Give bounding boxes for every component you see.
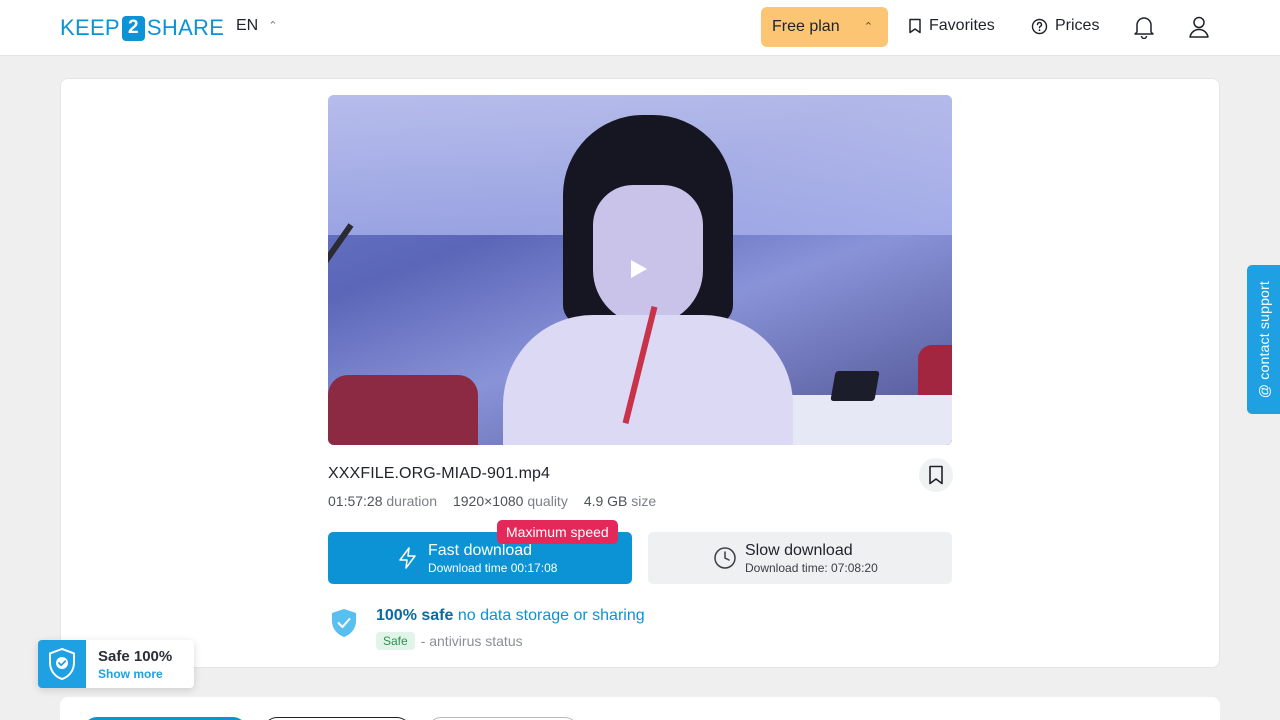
- file-meta: 01:57:28 duration 1920×1080 quality 4.9 …: [328, 493, 656, 509]
- fast-download-title: Fast download: [428, 542, 533, 559]
- question-circle-icon: [1031, 18, 1048, 34]
- size-meta: 4.9 GB size: [584, 493, 656, 509]
- slow-download-button[interactable]: Slow download Download time: 07:08:20: [648, 532, 952, 584]
- shield-check-icon: [332, 609, 356, 637]
- bookmark-icon: [929, 465, 943, 485]
- person-face: [593, 185, 703, 325]
- contact-support-tab[interactable]: @ contact support: [1247, 265, 1280, 414]
- chevron-up-icon: ⌃: [863, 21, 873, 33]
- prices-link[interactable]: Prices: [1031, 17, 1099, 35]
- bookmark-icon: [909, 18, 921, 34]
- logo-share: SHARE: [146, 15, 225, 40]
- user-icon: [1189, 16, 1209, 38]
- safe-widget-title: Safe 100%: [98, 648, 173, 665]
- safety-strong: 100% safe: [376, 607, 454, 624]
- quality-value: 1920×1080: [452, 493, 524, 509]
- clock-icon: [714, 547, 736, 569]
- video-keyboard: [830, 371, 880, 401]
- bottom-card: [60, 697, 1220, 720]
- favorites-label: Favorites: [929, 17, 995, 34]
- plan-label: Free plan: [772, 18, 840, 35]
- size-label: size: [631, 493, 657, 509]
- duration-label: duration: [386, 493, 437, 509]
- chevron-up-icon: ⌃: [268, 19, 278, 32]
- slow-download-time: Download time: 07:08:20: [745, 561, 878, 575]
- file-name: XXXFILE.ORG-MIAD-901.mp4: [328, 465, 551, 482]
- safety-headline: 100% safe no data storage or sharing: [376, 607, 645, 625]
- video-person: [503, 115, 793, 445]
- account-button[interactable]: [1186, 14, 1212, 40]
- bell-icon: [1134, 17, 1154, 39]
- contact-support-label: @ contact support: [1255, 280, 1272, 399]
- size-value: 4.9 GB: [583, 493, 628, 509]
- top-header: KEEP 2 SHARE EN ⌃ Free plan ⌃ Favorites …: [0, 0, 1280, 56]
- video-lamp: [328, 223, 354, 375]
- video-desk: [788, 395, 952, 445]
- safe-pill: Safe: [376, 632, 415, 650]
- antivirus-label: - antivirus status: [420, 633, 523, 649]
- fast-download-time: Download time 00:17:08: [428, 561, 558, 575]
- quality-label: quality: [527, 493, 568, 509]
- quality-meta: 1920×1080 quality: [453, 493, 568, 509]
- video-chair: [328, 375, 478, 445]
- video-preview[interactable]: [328, 95, 952, 445]
- play-icon[interactable]: [631, 260, 647, 278]
- logo[interactable]: KEEP 2 SHARE: [60, 15, 224, 41]
- max-speed-badge: Maximum speed: [497, 520, 618, 544]
- language-label: EN: [236, 17, 259, 34]
- favorites-link[interactable]: Favorites: [908, 17, 995, 35]
- logo-two: 2: [121, 15, 145, 41]
- prices-label: Prices: [1055, 17, 1100, 34]
- slow-download-title: Slow download: [745, 542, 853, 559]
- language-selector[interactable]: EN ⌃: [236, 17, 277, 35]
- safe-widget[interactable]: Safe 100% Show more: [38, 640, 194, 688]
- antivirus-status: Safe - antivirus status: [376, 632, 523, 650]
- plan-button[interactable]: Free plan ⌃: [761, 7, 888, 47]
- lightning-icon: [399, 547, 416, 569]
- duration-meta: 01:57:28 duration: [328, 493, 437, 509]
- duration-value: 01:57:28: [328, 493, 383, 509]
- safe-badge: [38, 640, 86, 688]
- add-favorite-button[interactable]: [919, 458, 953, 492]
- notifications-button[interactable]: [1131, 14, 1157, 40]
- show-more-link[interactable]: Show more: [98, 667, 163, 681]
- safety-rest: no data storage or sharing: [457, 607, 645, 624]
- shield-check-icon: [49, 647, 75, 681]
- logo-keep: KEEP: [60, 15, 120, 40]
